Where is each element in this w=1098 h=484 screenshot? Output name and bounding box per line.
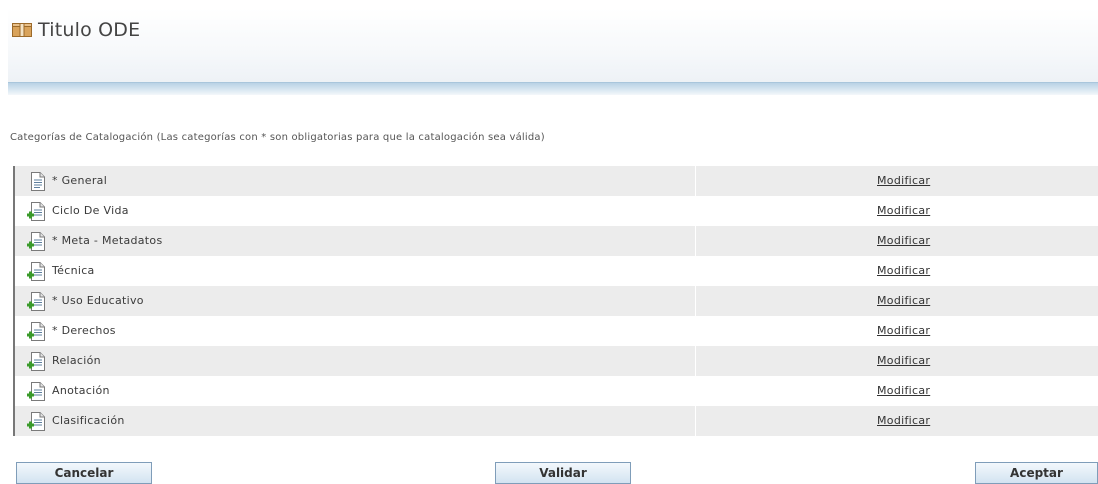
column-divider bbox=[695, 376, 696, 406]
category-label: Relación bbox=[52, 354, 101, 367]
column-divider bbox=[695, 196, 696, 226]
categories-table: * General Modificar Ciclo De Vida Modifi… bbox=[13, 166, 1098, 436]
modify-link-tecnica[interactable]: Modificar bbox=[877, 264, 930, 277]
category-label: * Uso Educativo bbox=[52, 294, 144, 307]
category-row-relacion: Relación Modificar bbox=[15, 346, 1098, 376]
modify-link-relacion[interactable]: Modificar bbox=[877, 354, 930, 367]
category-label: Ciclo De Vida bbox=[52, 204, 129, 217]
category-row-derechos: * Derechos Modificar bbox=[15, 316, 1098, 346]
modify-link-ciclo-de-vida[interactable]: Modificar bbox=[877, 204, 930, 217]
section-label: Categorías de Catalogación (Las categorí… bbox=[10, 132, 545, 143]
accept-button[interactable]: Aceptar bbox=[975, 462, 1098, 484]
header-divider bbox=[8, 82, 1098, 95]
column-divider bbox=[695, 166, 696, 196]
category-label: * General bbox=[52, 174, 108, 187]
document-add-icon bbox=[27, 202, 47, 225]
page-header bbox=[8, 8, 1098, 82]
cancel-button[interactable]: Cancelar bbox=[16, 462, 152, 484]
category-label: * Derechos bbox=[52, 324, 116, 337]
document-icon bbox=[27, 172, 47, 195]
document-add-icon bbox=[27, 352, 47, 375]
column-divider bbox=[695, 286, 696, 316]
column-divider bbox=[695, 316, 696, 346]
document-add-icon bbox=[27, 382, 47, 405]
column-divider bbox=[695, 226, 696, 256]
page-title: Titulo ODE bbox=[38, 19, 141, 41]
document-add-icon bbox=[27, 292, 47, 315]
document-add-icon bbox=[27, 412, 47, 435]
category-label: * Meta - Metadatos bbox=[52, 234, 163, 247]
modify-link-clasificacion[interactable]: Modificar bbox=[877, 414, 930, 427]
category-row-general: * General Modificar bbox=[15, 166, 1098, 196]
modify-link-derechos[interactable]: Modificar bbox=[877, 324, 930, 337]
column-divider bbox=[695, 406, 696, 436]
document-add-icon bbox=[27, 322, 47, 345]
category-label: Técnica bbox=[52, 264, 95, 277]
column-divider bbox=[695, 346, 696, 376]
category-label: Anotación bbox=[52, 384, 110, 397]
modify-link-general[interactable]: Modificar bbox=[877, 174, 930, 187]
document-add-icon bbox=[27, 232, 47, 255]
document-add-icon bbox=[27, 262, 47, 285]
category-row-ciclo-de-vida: Ciclo De Vida Modificar bbox=[15, 196, 1098, 226]
column-divider bbox=[695, 256, 696, 286]
modify-link-uso-educativo[interactable]: Modificar bbox=[877, 294, 930, 307]
box-icon bbox=[12, 22, 32, 41]
category-row-meta-metadatos: * Meta - Metadatos Modificar bbox=[15, 226, 1098, 256]
modify-link-anotacion[interactable]: Modificar bbox=[877, 384, 930, 397]
category-row-anotacion: Anotación Modificar bbox=[15, 376, 1098, 406]
category-row-clasificacion: Clasificación Modificar bbox=[15, 406, 1098, 436]
modify-link-meta-metadatos[interactable]: Modificar bbox=[877, 234, 930, 247]
category-row-tecnica: Técnica Modificar bbox=[15, 256, 1098, 286]
validate-button[interactable]: Validar bbox=[495, 462, 631, 484]
category-row-uso-educativo: * Uso Educativo Modificar bbox=[15, 286, 1098, 316]
category-label: Clasificación bbox=[52, 414, 125, 427]
